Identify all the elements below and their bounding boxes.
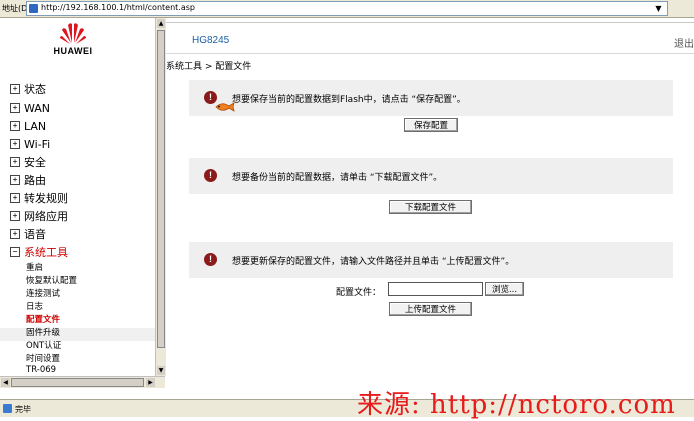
sidebar-item-lan[interactable]: + LAN — [10, 119, 46, 133]
sidebar-subitem-config-file[interactable]: 配置文件 — [26, 313, 60, 325]
expand-icon[interactable]: + — [10, 229, 20, 239]
download-config-message: 想要备份当前的配置数据，请单击 “下载配置文件”。 — [232, 173, 443, 183]
sidebar-item-route[interactable]: + 路由 — [10, 173, 46, 187]
sidebar-vertical-scrollbar[interactable]: ▲ ▼ — [155, 18, 166, 376]
sidebar-item-network-apps[interactable]: + 网络应用 — [10, 209, 68, 223]
sidebar-item-status[interactable]: + 状态 — [10, 82, 46, 96]
sidebar-subitem-ont-auth[interactable]: ONT认证 — [26, 339, 61, 351]
sidebar-item-voice[interactable]: + 语音 — [10, 227, 46, 241]
sidebar-subitem-firmware-upgrade[interactable]: 固件升级 — [26, 326, 60, 338]
header: HG8245 退出 — [166, 18, 694, 58]
save-config-message: 想要保存当前的配置数据到Flash中，请点击 “保存配置”。 — [232, 95, 466, 105]
sidebar: HUAWEI + 状态 + WAN + LAN + Wi-Fi + 安全 + 路… — [0, 18, 155, 376]
sidebar-item-label: WAN — [24, 101, 51, 115]
logout-link[interactable]: 退出 — [674, 35, 694, 50]
address-bar: 地址(D) http://192.168.100.1/html/content.… — [0, 0, 694, 18]
sidebar-item-forward-rules[interactable]: + 转发规则 — [10, 191, 68, 205]
warning-icon: ! — [204, 253, 217, 266]
scroll-up-icon[interactable]: ▲ — [157, 19, 165, 28]
collapse-icon[interactable]: − — [10, 247, 20, 257]
sidebar-item-security[interactable]: + 安全 — [10, 155, 46, 169]
upload-config-panel: ! 想要更新保存的配置文件，请输入文件路径并且单击 “上传配置文件”。 — [189, 242, 673, 278]
scrollbar-thumb[interactable] — [157, 30, 165, 348]
expand-icon[interactable]: + — [10, 211, 20, 221]
watermark: 来源: http://nctoro.com — [357, 390, 676, 420]
sidebar-subitem-connection-test[interactable]: 连接测试 — [26, 287, 60, 299]
selected-row-highlight — [0, 328, 155, 341]
sidebar-subitem-log[interactable]: 日志 — [26, 300, 43, 312]
address-url: http://192.168.100.1/html/content.asp — [41, 3, 195, 12]
expand-icon[interactable]: + — [10, 157, 20, 167]
huawei-logo-icon — [60, 23, 86, 44]
page-icon — [29, 4, 38, 13]
page-done-icon — [3, 404, 12, 413]
sidebar-horizontal-scrollbar[interactable]: ◀ ▶ — [0, 376, 165, 388]
download-config-button[interactable]: 下载配置文件 — [389, 200, 472, 214]
sidebar-subitem-time-settings[interactable]: 时间设置 — [26, 352, 60, 364]
sidebar-item-label: 网络应用 — [24, 210, 68, 223]
sidebar-item-label: 状态 — [24, 83, 46, 96]
sidebar-item-label: Wi-Fi — [24, 137, 51, 151]
fish-cursor-icon — [215, 102, 235, 112]
header-bar: HG8245 退出 — [166, 22, 694, 54]
sidebar-item-label: 路由 — [24, 174, 46, 187]
logo: HUAWEI — [0, 18, 155, 60]
sidebar-subitem-restore-default[interactable]: 恢复默认配置 — [26, 274, 77, 286]
sidebar-subitem-reboot[interactable]: 重启 — [26, 261, 43, 273]
sidebar-item-system-tools[interactable]: − 系统工具 — [10, 245, 68, 259]
config-file-input[interactable] — [388, 282, 483, 296]
upload-config-message: 想要更新保存的配置文件，请输入文件路径并且单击 “上传配置文件”。 — [232, 257, 515, 267]
sidebar-item-label: LAN — [24, 119, 47, 133]
scrollbar-thumb[interactable] — [11, 378, 144, 387]
device-name: HG8245 — [192, 35, 230, 46]
address-input[interactable]: http://192.168.100.1/html/content.asp ▼ — [26, 1, 668, 16]
expand-icon[interactable]: + — [10, 139, 20, 149]
expand-icon[interactable]: + — [10, 84, 20, 94]
config-file-label: 配置文件： — [336, 288, 382, 298]
expand-icon[interactable]: + — [10, 121, 20, 131]
expand-icon[interactable]: + — [10, 103, 20, 113]
expand-icon[interactable]: + — [10, 175, 20, 185]
download-config-panel: ! 想要备份当前的配置数据，请单击 “下载配置文件”。 — [189, 158, 673, 194]
sidebar-item-label: 转发规则 — [24, 192, 68, 205]
sidebar-item-label: 安全 — [24, 156, 46, 169]
sidebar-item-wan[interactable]: + WAN — [10, 101, 50, 115]
sidebar-item-label: 系统工具 — [24, 246, 68, 259]
upload-config-button[interactable]: 上传配置文件 — [389, 302, 472, 316]
expand-icon[interactable]: + — [10, 193, 20, 203]
breadcrumb: 系统工具 > 配置文件 — [166, 62, 252, 72]
warning-icon: ! — [204, 169, 217, 182]
chevron-down-icon[interactable]: ▼ — [652, 2, 665, 15]
scroll-right-icon[interactable]: ▶ — [146, 378, 155, 387]
browse-button[interactable]: 浏览... — [485, 282, 524, 296]
save-config-button[interactable]: 保存配置 — [404, 118, 458, 132]
status-text: 完毕 — [15, 405, 31, 414]
sidebar-item-wifi[interactable]: + Wi-Fi — [10, 137, 50, 151]
sidebar-item-label: 语音 — [24, 228, 46, 241]
logo-text: HUAWEI — [53, 46, 93, 56]
scroll-down-icon[interactable]: ▼ — [157, 366, 165, 375]
scroll-left-icon[interactable]: ◀ — [1, 378, 10, 387]
save-config-panel: ! 想要保存当前的配置数据到Flash中，请点击 “保存配置”。 — [189, 80, 673, 116]
